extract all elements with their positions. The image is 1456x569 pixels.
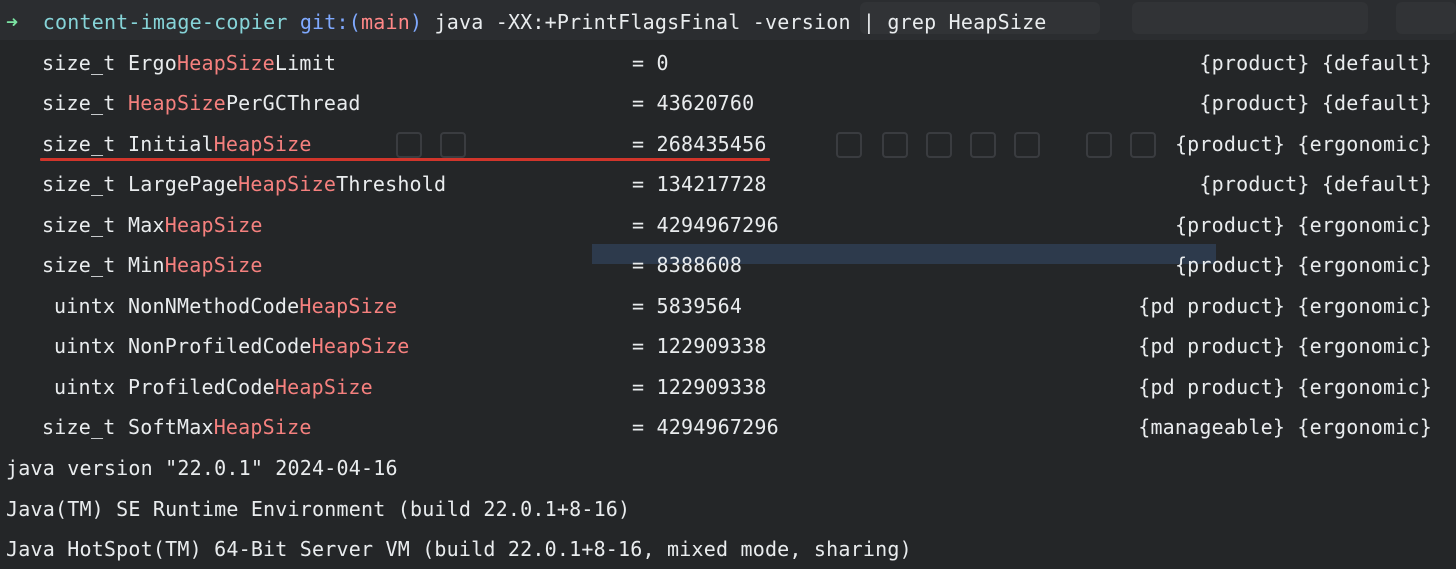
flag-name: NonProfiledCodeHeapSize	[128, 334, 410, 358]
flag-name-match: HeapSize	[299, 294, 398, 318]
flag-name-match: HeapSize	[213, 132, 312, 156]
flag-origin: {pd product} {ergonomic}	[1138, 334, 1432, 358]
flag-name: ErgoHeapSizeLimit	[128, 51, 337, 75]
flag-name-match: HeapSize	[213, 415, 312, 439]
flag-origin: {product} {default}	[1199, 172, 1432, 196]
flag-origin: {product} {default}	[1199, 51, 1432, 75]
flag-name: SoftMaxHeapSize	[128, 415, 312, 439]
flag-origin: {product} {ergonomic}	[1174, 253, 1432, 277]
flag-origin: {product} {ergonomic}	[1174, 132, 1432, 156]
prompt-directory: content-image-copier	[42, 10, 288, 34]
prompt-git-close: )	[410, 10, 423, 34]
flag-value: = 122909338	[632, 375, 767, 399]
flag-name: LargePageHeapSizeThreshold	[128, 172, 447, 196]
command-text: java -XX:+PrintFlagsFinal -version | gre…	[434, 10, 1047, 34]
flag-name: MaxHeapSize	[128, 213, 263, 237]
flag-type: size_t	[42, 51, 116, 75]
flag-origin: {manageable} {ergonomic}	[1138, 415, 1432, 439]
flag-value: = 4294967296	[632, 415, 779, 439]
flag-origin: {pd product} {ergonomic}	[1138, 294, 1432, 318]
flag-name-match: HeapSize	[238, 172, 337, 196]
flag-origin: {product} {ergonomic}	[1174, 213, 1432, 237]
prompt-git-label: git:(	[299, 10, 362, 34]
flag-type: size_t	[42, 415, 116, 439]
flag-name-match: HeapSize	[274, 375, 373, 399]
java-version-line: java version "22.0.1" 2024-04-16	[6, 456, 398, 480]
flag-value: = 122909338	[632, 334, 767, 358]
flag-type: uintx	[54, 334, 116, 358]
flag-value: = 134217728	[632, 172, 767, 196]
flag-value: = 8388608	[632, 253, 743, 277]
flag-type: size_t	[42, 91, 116, 115]
flag-origin: {pd product} {ergonomic}	[1138, 375, 1432, 399]
flag-name: NonNMethodCodeHeapSize	[128, 294, 398, 318]
runtime-environment-line: Java(TM) SE Runtime Environment (build 2…	[6, 497, 631, 521]
flag-value: = 43620760	[632, 91, 755, 115]
flag-type: size_t	[42, 213, 116, 237]
hotspot-vm-line: Java HotSpot(TM) 64-Bit Server VM (build…	[6, 537, 912, 561]
flag-value: = 4294967296	[632, 213, 779, 237]
flag-name: ProfiledCodeHeapSize	[128, 375, 373, 399]
prompt-arrow-icon: ➜	[6, 10, 19, 34]
prompt-line: ➜ content-image-copier git:(main) java -…	[6, 2, 1047, 42]
flag-name-match: HeapSize	[128, 91, 226, 115]
flag-type: uintx	[54, 375, 116, 399]
prompt-branch: main	[361, 10, 410, 34]
flag-name: HeapSizePerGCThread	[128, 91, 361, 115]
flag-name-match: HeapSize	[311, 334, 410, 358]
flag-name-match: HeapSize	[176, 51, 275, 75]
flag-type: size_t	[42, 172, 116, 196]
annotation-underline	[40, 158, 770, 161]
flag-origin: {product} {default}	[1199, 91, 1432, 115]
flag-name-match: HeapSize	[164, 213, 263, 237]
flag-type: uintx	[54, 294, 116, 318]
flag-name-match: HeapSize	[164, 253, 263, 277]
flag-value: = 0	[632, 51, 669, 75]
flag-type: size_t	[42, 253, 116, 277]
flag-value: = 5839564	[632, 294, 743, 318]
flag-name: MinHeapSize	[128, 253, 263, 277]
terminal-output: ➜ content-image-copier git:(main) java -…	[0, 0, 1456, 566]
